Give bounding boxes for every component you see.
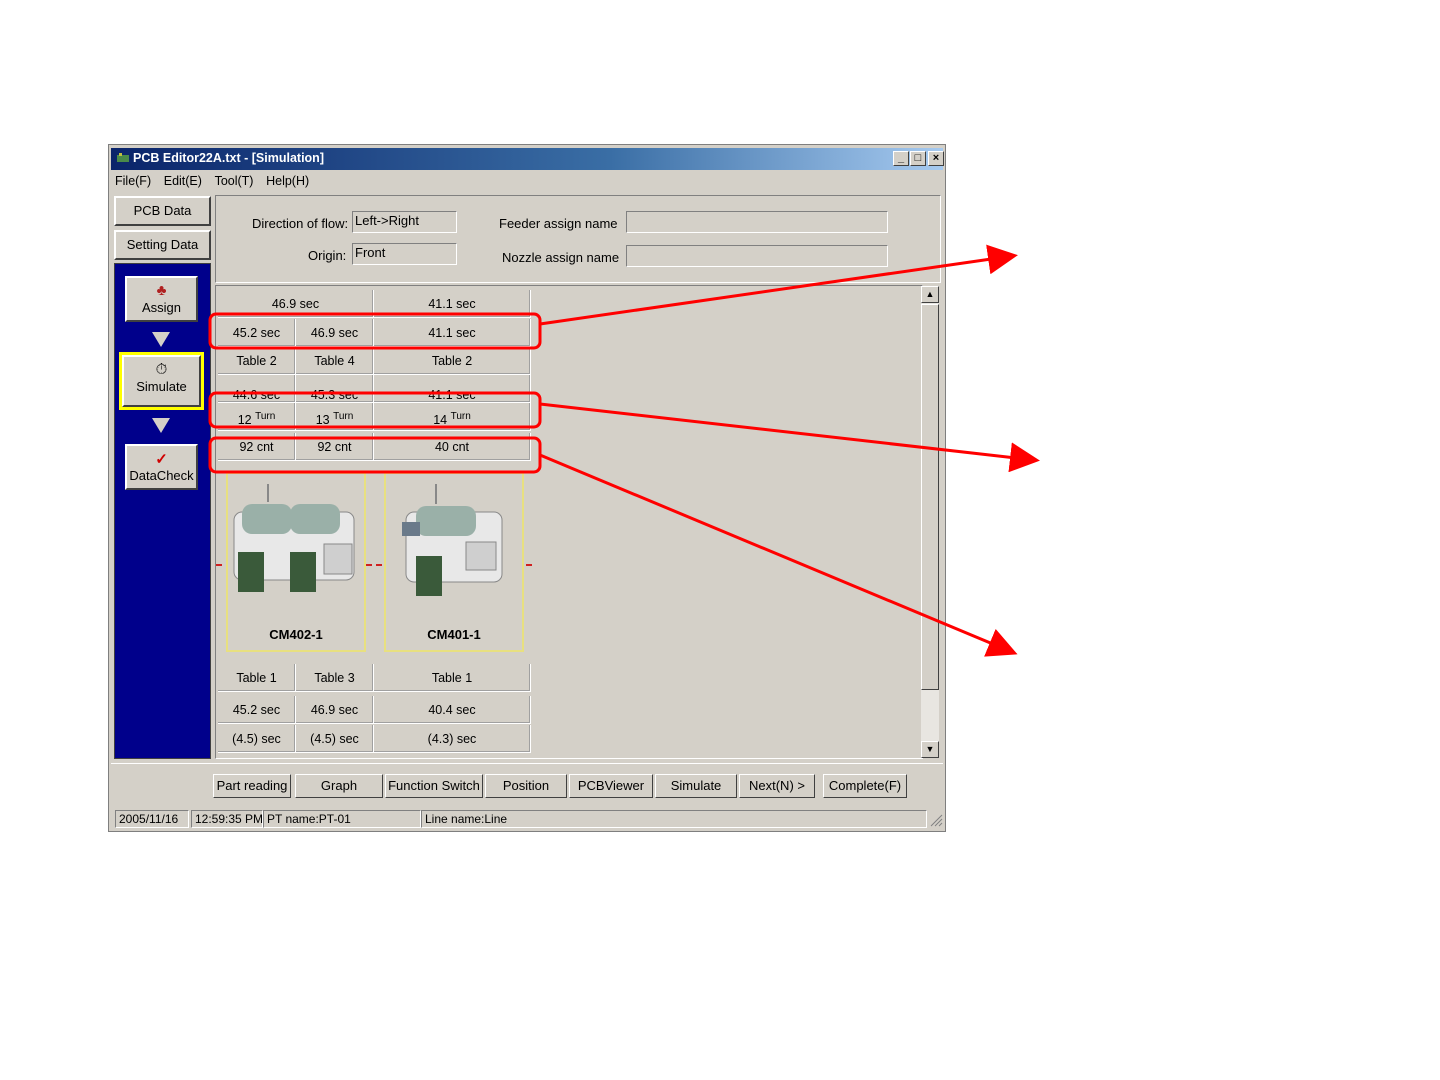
feeder-label: Feeder assign name xyxy=(499,216,618,231)
function-switch-button[interactable]: Function Switch xyxy=(385,774,483,798)
turn-number: 13 xyxy=(315,413,330,428)
complete-button[interactable]: Complete(F) xyxy=(823,774,907,798)
menu-tool[interactable]: Tool(T) xyxy=(215,174,254,188)
machine-cm401[interactable]: CM401-1 xyxy=(384,472,524,652)
menu-bar: File(F) Edit(E) Tool(T) Help(H) xyxy=(115,173,318,191)
vertical-scrollbar[interactable]: ▲ ▼ xyxy=(921,286,939,758)
menu-help[interactable]: Help(H) xyxy=(266,174,309,188)
paren-time-cell: (4.5) sec xyxy=(218,725,296,753)
total-cell: 41.1 sec xyxy=(374,290,531,318)
menu-file[interactable]: File(F) xyxy=(115,174,151,188)
datacheck-button[interactable]: ✓ DataCheck xyxy=(125,444,198,490)
part-reading-button[interactable]: Part reading xyxy=(213,774,291,798)
table-cell: Table 3 xyxy=(296,664,374,692)
maximize-button[interactable]: □ xyxy=(910,151,926,166)
simulate-active-frame: ⏱ Simulate xyxy=(119,352,204,410)
info-panel: Direction of flow: Left->Right Origin: F… xyxy=(215,195,941,283)
status-time: 12:59:35 PM xyxy=(191,810,263,828)
machine-image xyxy=(233,484,355,592)
assign-button[interactable]: ♣ Assign xyxy=(125,276,198,322)
status-bar: 2005/11/16 12:59:35 PM PT name:PT-01 Lin… xyxy=(111,809,943,829)
time-cell: 45.2 sec xyxy=(218,319,296,347)
turn-unit: Turn xyxy=(255,411,276,422)
scroll-thumb[interactable] xyxy=(921,304,939,690)
direction-label: Direction of flow: xyxy=(252,216,349,231)
status-pt-name: PT name:PT-01 xyxy=(263,810,421,828)
table-cell: Table 1 xyxy=(374,664,531,692)
arrow-down-icon xyxy=(152,418,170,433)
graph-button[interactable]: Graph xyxy=(295,774,383,798)
time-cell: 46.9 sec xyxy=(296,696,374,724)
app-icon xyxy=(117,153,129,162)
time-cell: 45.2 sec xyxy=(218,696,296,724)
total-cell: 46.9 sec xyxy=(218,290,374,318)
origin-field[interactable]: Front xyxy=(352,243,457,265)
checkmark-icon: ✓ xyxy=(155,451,168,468)
origin-label: Origin: xyxy=(308,248,347,263)
turn-cell: 12 Turn xyxy=(218,403,296,431)
title-bar: PCB Editor22A.txt - [Simulation] _ □ × xyxy=(111,148,944,170)
arrow-down-icon xyxy=(152,332,170,347)
turn-number: 12 xyxy=(237,413,252,428)
next-button[interactable]: Next(N) > xyxy=(739,774,815,798)
workflow-sidebar: ♣ Assign ⏱ Simulate ✓ DataCheck xyxy=(114,263,211,759)
nozzle-label: Nozzle assign name xyxy=(502,250,620,265)
table-cell: Table 2 xyxy=(374,347,531,375)
time-cell: 40.4 sec xyxy=(374,696,531,724)
nozzle-field[interactable] xyxy=(626,245,888,267)
paren-time-cell: (4.5) sec xyxy=(296,725,374,753)
feeder-field[interactable] xyxy=(626,211,888,233)
partial-time-cell: 45.3 sec xyxy=(296,375,374,403)
minimize-button[interactable]: _ xyxy=(893,151,909,166)
window-title: PCB Editor22A.txt - [Simulation] xyxy=(133,151,324,165)
direction-field[interactable]: Left->Right xyxy=(352,211,457,233)
simulate-toolbar-button[interactable]: Simulate xyxy=(655,774,737,798)
menu-edit[interactable]: Edit(E) xyxy=(164,174,202,188)
turn-cell: 14 Turn xyxy=(374,403,531,431)
count-cell: 92 cnt xyxy=(296,433,374,461)
machine-name: CM401-1 xyxy=(427,627,481,642)
partial-time-cell: 41.1 sec xyxy=(374,375,531,403)
position-button[interactable]: Position xyxy=(485,774,567,798)
pcb-data-button[interactable]: PCB Data xyxy=(114,196,211,226)
datacheck-label: DataCheck xyxy=(129,468,194,483)
turn-unit: Turn xyxy=(450,411,471,422)
machine-image xyxy=(402,484,503,596)
table-cell: Table 2 xyxy=(218,347,296,375)
machine-name: CM402-1 xyxy=(269,627,323,642)
time-cell: 41.1 sec xyxy=(374,319,531,347)
scroll-down-icon[interactable]: ▼ xyxy=(921,741,939,758)
stopwatch-icon: ⏱ xyxy=(155,361,168,378)
simulation-grid: 46.9 sec 41.1 sec 45.2 sec 46.9 sec 41.1… xyxy=(215,285,923,759)
simulate-label: Simulate xyxy=(136,379,187,394)
close-button[interactable]: × xyxy=(928,151,944,166)
status-date: 2005/11/16 xyxy=(115,810,189,828)
assign-icon: ♣ xyxy=(156,282,167,299)
paren-time-cell: (4.3) sec xyxy=(374,725,531,753)
table-cell: Table 4 xyxy=(296,347,374,375)
pcbviewer-button[interactable]: PCBViewer xyxy=(569,774,653,798)
action-toolbar: Part reading Graph Function Switch Posit… xyxy=(111,763,943,808)
scroll-up-icon[interactable]: ▲ xyxy=(921,286,939,303)
turn-cell: 13 Turn xyxy=(296,403,374,431)
simulate-button[interactable]: ⏱ Simulate xyxy=(122,355,201,407)
resize-grip-icon[interactable] xyxy=(929,813,943,827)
machine-cm402[interactable]: CM402-1 xyxy=(226,472,366,652)
count-cell: 92 cnt xyxy=(218,433,296,461)
turn-unit: Turn xyxy=(333,411,354,422)
count-cell: 40 cnt xyxy=(374,433,531,461)
assign-label: Assign xyxy=(141,300,182,315)
time-cell: 46.9 sec xyxy=(296,319,374,347)
table-cell: Table 1 xyxy=(218,664,296,692)
status-line-name: Line name:Line xyxy=(421,810,927,828)
partial-time-cell: 44.6 sec xyxy=(218,375,296,403)
application-window: PCB Editor22A.txt - [Simulation] _ □ × F… xyxy=(108,144,946,832)
setting-data-button[interactable]: Setting Data xyxy=(114,230,211,260)
turn-number: 14 xyxy=(433,413,448,428)
